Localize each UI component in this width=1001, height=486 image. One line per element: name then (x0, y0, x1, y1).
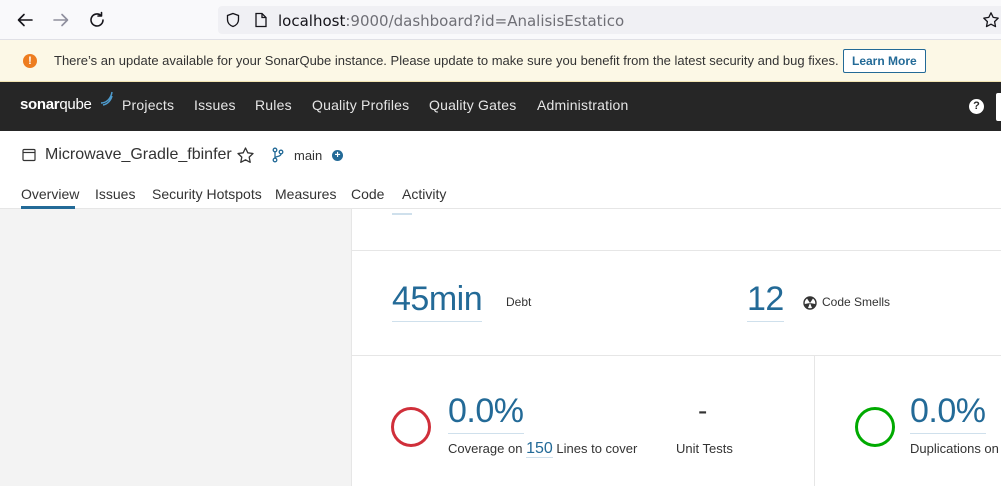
help-icon[interactable]: ? (969, 99, 984, 114)
logo-text-qube: qube (59, 96, 92, 113)
debt-label: Debt (506, 295, 532, 309)
add-branch-icon[interactable]: + (332, 150, 343, 161)
project-name[interactable]: Microwave_Gradle_fbinfer (45, 146, 232, 164)
nav-administration[interactable]: Administration (537, 97, 629, 113)
learn-more-button[interactable]: Learn More (843, 49, 926, 73)
browser-toolbar: localhost:9000/dashboard?id=AnalisisEsta… (0, 0, 1001, 40)
bookmark-star-icon[interactable] (982, 11, 1000, 29)
tab-overview[interactable]: Overview (21, 186, 79, 202)
code-smells-value[interactable]: 12 (747, 280, 784, 322)
tab-measures[interactable]: Measures (275, 186, 336, 202)
code-smells-label: Code Smells (822, 295, 891, 309)
project-header: Microwave_Gradle_fbinfer main + Overview… (0, 131, 1001, 209)
nav-projects[interactable]: Projects (122, 97, 174, 113)
divider-middle (352, 355, 1001, 356)
forward-arrow-icon[interactable] (49, 8, 73, 32)
favorite-star-icon[interactable] (236, 146, 255, 165)
warning-icon: ! (23, 54, 37, 68)
tab-activity[interactable]: Activity (402, 186, 446, 202)
logo-wave-icon (100, 91, 113, 106)
divider-top (352, 250, 1001, 251)
nav-quality-gates[interactable]: Quality Gates (429, 97, 516, 113)
tab-security-hotspots[interactable]: Security Hotspots (152, 186, 262, 202)
page-icon[interactable] (252, 11, 270, 29)
coverage-ring-icon (391, 407, 431, 447)
tab-code[interactable]: Code (351, 186, 384, 202)
top-navigation: sonarqube Projects Issues Rules Quality … (0, 82, 1001, 131)
branch-name[interactable]: main (294, 148, 322, 163)
nav-quality-profiles[interactable]: Quality Profiles (312, 97, 409, 113)
duplications-label: Duplications on (910, 441, 999, 456)
divider-vertical (814, 356, 815, 486)
reload-icon[interactable] (85, 8, 109, 32)
coverage-description: Coverage on 150 Lines to cover (448, 440, 638, 458)
quality-gate-sidebar (0, 209, 352, 486)
logo-text-sonar: sonar (20, 96, 60, 113)
nav-rules[interactable]: Rules (255, 97, 292, 113)
project-icon (22, 148, 36, 162)
lines-to-cover-link[interactable]: 150 (526, 440, 553, 458)
debt-value[interactable]: 45min (392, 280, 483, 322)
url-text: localhost:9000/dashboard?id=AnalisisEsta… (278, 12, 625, 30)
duplications-value[interactable]: 0.0% (910, 392, 986, 434)
coverage-value[interactable]: 0.0% (448, 392, 524, 434)
tab-issues[interactable]: Issues (95, 186, 135, 202)
back-arrow-icon[interactable] (13, 8, 37, 32)
code-smell-icon (803, 296, 817, 310)
unit-tests-value[interactable]: - (698, 395, 707, 427)
duplication-ring-icon (855, 407, 895, 447)
unit-tests-label: Unit Tests (676, 441, 733, 456)
shield-icon[interactable] (224, 11, 242, 29)
branch-icon (272, 147, 284, 163)
address-bar[interactable]: localhost:9000/dashboard?id=AnalisisEsta… (218, 6, 1001, 34)
nav-issues[interactable]: Issues (194, 97, 236, 113)
scroll-remnant-bar (392, 213, 412, 215)
update-banner: ! There’s an update available for your S… (0, 40, 1001, 82)
user-avatar[interactable] (996, 93, 1001, 121)
sonarqube-logo[interactable]: sonarqube (20, 91, 113, 113)
banner-message: There’s an update available for your Son… (54, 53, 839, 68)
